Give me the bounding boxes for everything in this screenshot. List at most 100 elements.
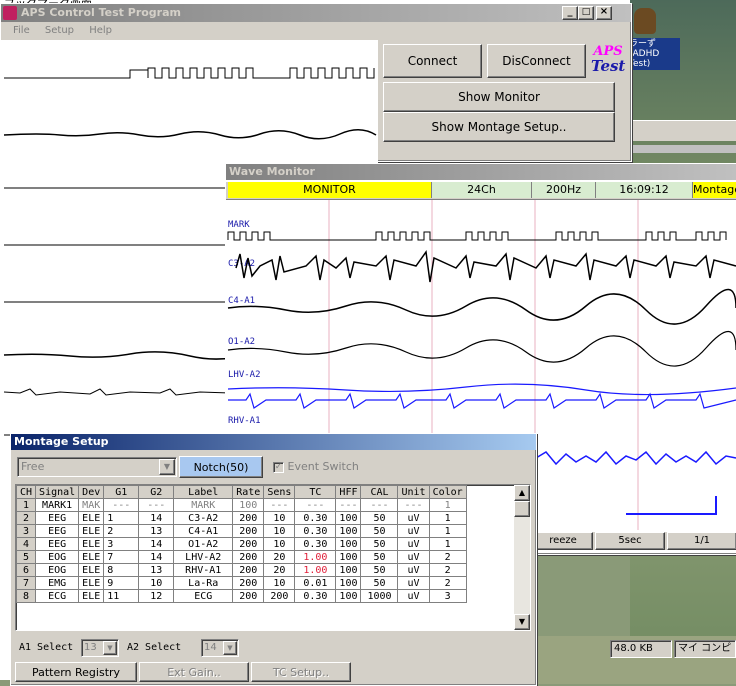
table-cell-tc[interactable]: 1.00 — [294, 563, 337, 577]
table-cell-signal[interactable]: EEG — [35, 524, 80, 538]
desktop-icon-label[interactable]: ラーず(ADHD Test) — [628, 38, 680, 70]
preset-select[interactable]: Free ▼ — [17, 457, 177, 477]
col-sens[interactable]: Sens — [263, 485, 296, 499]
table-cell-label[interactable]: La-Ra — [173, 576, 234, 590]
table-cell-hff[interactable]: 100 — [335, 511, 362, 525]
table-cell-hff[interactable]: --- — [335, 498, 362, 512]
table-cell-signal[interactable]: EMG — [35, 576, 80, 590]
table-cell-color[interactable]: 1 — [428, 537, 467, 551]
table-cell-color[interactable]: 2 — [428, 576, 467, 590]
table-cell-rate[interactable]: 200 — [232, 563, 265, 577]
scroll-up-icon[interactable]: ▲ — [514, 485, 530, 501]
table-cell-tc[interactable]: 1.00 — [294, 550, 337, 564]
table-cell-cal[interactable]: 50 — [360, 550, 399, 564]
desktop-app-icon[interactable] — [634, 8, 656, 34]
disconnect-button[interactable]: DisConnect — [487, 44, 586, 78]
chevron-down-icon[interactable]: ▼ — [223, 641, 237, 655]
table-cell-dev[interactable]: ELE — [78, 563, 105, 577]
table-cell-unit[interactable]: uV — [397, 563, 430, 577]
table-cell-color[interactable]: 1 — [428, 498, 467, 512]
col-rate[interactable]: Rate — [232, 485, 265, 499]
table-row[interactable]: 1 MARK1 MAK --- --- MARK 100 --- --- --- --- --- 1 — [16, 498, 467, 512]
table-cell-label[interactable]: LHV-A2 — [173, 550, 234, 564]
table-cell-sens[interactable]: 20 — [263, 563, 296, 577]
table-cell-rate[interactable]: 200 — [232, 524, 265, 538]
table-cell-unit[interactable]: uV — [397, 589, 430, 603]
table-cell-ch[interactable]: 7 — [16, 576, 37, 590]
table-cell-rate[interactable]: 200 — [232, 537, 265, 551]
pattern-registry-button[interactable]: Pattern Registry — [15, 662, 137, 682]
table-cell-tc[interactable]: 0.01 — [294, 576, 337, 590]
table-row[interactable]: 3 EEG ELE 2 13 C4-A1 200 10 0.30 100 50 uV 1 — [16, 524, 467, 538]
table-cell-tc[interactable]: 0.30 — [294, 511, 337, 525]
table-cell-rate[interactable]: 200 — [232, 511, 265, 525]
table-cell-cal[interactable]: 1000 — [360, 589, 399, 603]
table-cell-color[interactable]: 1 — [428, 524, 467, 538]
table-cell-signal[interactable]: EEG — [35, 537, 80, 551]
col-g2[interactable]: G2 — [138, 485, 175, 499]
table-cell-tc[interactable]: 0.30 — [294, 524, 337, 538]
table-cell-g1[interactable]: 11 — [103, 589, 140, 603]
table-cell-color[interactable]: 2 — [428, 563, 467, 577]
table-cell-g2[interactable]: 14 — [138, 550, 175, 564]
table-cell-g1[interactable]: 1 — [103, 511, 140, 525]
montage-setup-titlebar[interactable]: Montage Setup — [11, 434, 536, 450]
table-cell-g2[interactable]: 14 — [138, 537, 175, 551]
col-cal[interactable]: CAL — [360, 485, 399, 499]
table-cell-sens[interactable]: 10 — [263, 511, 296, 525]
maximize-button[interactable]: □ — [578, 6, 594, 20]
table-cell-signal[interactable]: EEG — [35, 511, 80, 525]
notch-button[interactable]: Notch(50) — [179, 456, 263, 478]
table-cell-hff[interactable]: 100 — [335, 524, 362, 538]
table-cell-g2[interactable]: 13 — [138, 563, 175, 577]
table-cell-cal[interactable]: 50 — [360, 563, 399, 577]
chevron-down-icon[interactable]: ▼ — [103, 641, 117, 655]
table-cell-unit[interactable]: uV — [397, 550, 430, 564]
table-cell-sens[interactable]: 10 — [263, 524, 296, 538]
table-cell-cal[interactable]: 50 — [360, 537, 399, 551]
a1-select[interactable]: 13 ▼ — [81, 639, 119, 657]
table-cell-cal[interactable]: 50 — [360, 524, 399, 538]
table-cell-signal[interactable]: EOG — [35, 550, 80, 564]
checkbox-icon[interactable]: ✓ — [273, 461, 284, 473]
connect-button[interactable]: Connect — [383, 44, 482, 78]
chevron-down-icon[interactable]: ▼ — [159, 459, 175, 475]
table-cell-hff[interactable]: 100 — [335, 576, 362, 590]
table-cell-sens[interactable]: 10 — [263, 576, 296, 590]
table-cell-dev[interactable]: ELE — [78, 589, 105, 603]
table-cell-dev[interactable]: ELE — [78, 524, 105, 538]
menu-setup[interactable]: Setup — [45, 25, 74, 36]
col-ch[interactable]: CH — [16, 485, 37, 499]
table-row[interactable]: 4 EEG ELE 3 14 O1-A2 200 10 0.30 100 50 uV 1 — [16, 537, 467, 551]
table-cell-ch[interactable]: 1 — [16, 498, 37, 512]
table-cell-unit[interactable]: uV — [397, 524, 430, 538]
table-cell-signal[interactable]: EOG — [35, 563, 80, 577]
table-cell-g2[interactable]: 14 — [138, 511, 175, 525]
table-cell-tc[interactable]: 0.30 — [294, 537, 337, 551]
table-cell-sens[interactable]: 200 — [263, 589, 296, 603]
table-cell-sens[interactable]: --- — [263, 498, 296, 512]
table-cell-dev[interactable]: ELE — [78, 576, 105, 590]
table-cell-sens[interactable]: 10 — [263, 537, 296, 551]
col-color[interactable]: Color — [428, 485, 467, 499]
show-monitor-button[interactable]: Show Monitor — [383, 82, 615, 112]
table-cell-label[interactable]: RHV-A1 — [173, 563, 234, 577]
duration-button[interactable]: 5sec — [595, 532, 665, 550]
menu-file[interactable]: File — [13, 25, 30, 36]
table-cell-tc[interactable]: 0.30 — [294, 589, 337, 603]
table-cell-g2[interactable]: 10 — [138, 576, 175, 590]
table-cell-label[interactable]: C4-A1 — [173, 524, 234, 538]
table-cell-ch[interactable]: 6 — [16, 563, 37, 577]
table-cell-signal[interactable]: ECG — [35, 589, 80, 603]
table-cell-g2[interactable]: 12 — [138, 589, 175, 603]
table-cell-g1[interactable]: --- — [103, 498, 140, 512]
table-cell-cal[interactable]: 50 — [360, 576, 399, 590]
table-cell-color[interactable]: 1 — [428, 511, 467, 525]
freeze-button[interactable]: reeze — [533, 532, 593, 550]
table-cell-g2[interactable]: 13 — [138, 524, 175, 538]
table-cell-g2[interactable]: --- — [138, 498, 175, 512]
scroll-thumb[interactable] — [514, 501, 530, 517]
table-cell-color[interactable]: 2 — [428, 550, 467, 564]
table-row[interactable]: 2 EEG ELE 1 14 C3-A2 200 10 0.30 100 50 uV 1 — [16, 511, 467, 525]
table-cell-hff[interactable]: 100 — [335, 589, 362, 603]
